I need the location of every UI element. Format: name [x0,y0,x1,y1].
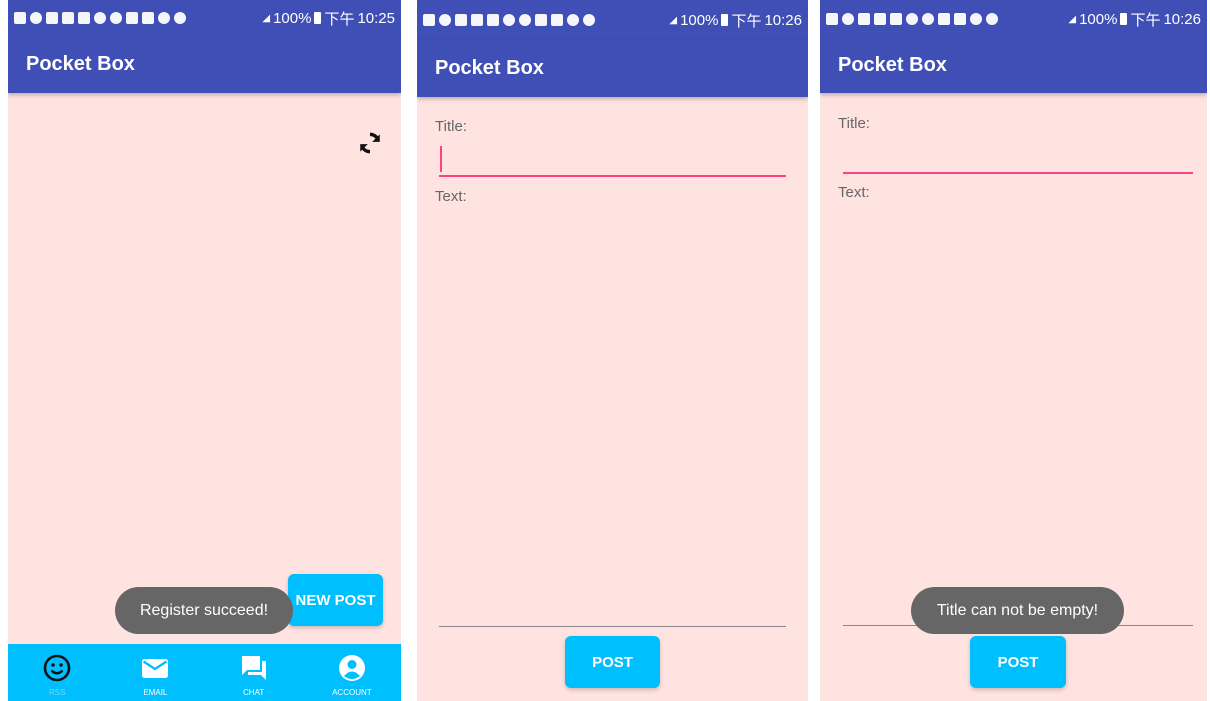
mute-icon [567,14,579,26]
smiley-icon [43,654,71,682]
app-bar: Pocket Box [417,40,808,97]
title-input[interactable] [439,143,786,177]
status-bar: ◢ 100% 下午 10:26 [417,0,808,40]
battery-percent: 100% [1079,10,1118,28]
wechat-icon [519,14,531,26]
weibo-icon [94,12,106,24]
notification-icon [439,14,451,26]
signal-icon: ◢ [669,14,678,26]
signal-icon: ◢ [1068,13,1077,25]
image-icon [535,14,547,26]
mute-icon [970,13,982,25]
facebook-icon [874,13,886,25]
notification-icon [14,12,26,24]
text-cursor [440,146,442,172]
refresh-icon[interactable] [357,130,383,156]
text-label: Text: [838,184,870,201]
nav-item-account[interactable]: ACCOUNT [303,644,401,701]
nav-label-rss: RSS [48,688,66,697]
nav-item-chat[interactable]: CHAT [205,644,303,701]
toast-message: Register succeed! [115,587,293,634]
image-icon [126,12,138,24]
facebook-icon [46,12,58,24]
title-label: Title: [838,115,870,132]
status-bar: ◢ 100% 下午 10:26 [820,0,1207,38]
time: 10:26 [764,11,802,29]
bottom-navigation: RSS EMAIL CHAT ACCOUNT [8,644,401,701]
notification-icon [30,12,42,24]
wifi-icon [583,14,595,26]
signal-icon: ◢ [262,12,271,24]
facebook-icon [487,14,499,26]
screen-feed: ◢ 100% 下午 10:25 Pocket Box NEW POST Regi… [8,0,401,701]
battery-icon [314,12,322,24]
mute-icon [158,12,170,24]
notification-icons [417,14,669,26]
email-icon [142,659,169,678]
app-title: Pocket Box [435,57,544,79]
text-input-underline[interactable] [439,626,786,627]
linkedin-icon [954,13,966,25]
chat-icon [241,656,266,680]
nav-label-chat: CHAT [243,688,265,697]
wechat-icon [922,13,934,25]
status-bar: ◢ 100% 下午 10:25 [8,0,401,36]
time-ampm: 下午 [731,12,762,30]
facebook-icon [455,14,467,26]
linkedin-icon [551,14,563,26]
nav-item-rss[interactable]: RSS [8,644,106,701]
nav-label-account: ACCOUNT [332,688,372,697]
battery-percent: 100% [273,9,312,27]
text-label: Text: [435,188,467,205]
toast-message: Title can not be empty! [911,587,1124,634]
battery-icon [1120,13,1128,25]
facebook-icon [78,12,90,24]
status-right: ◢ 100% 下午 10:26 [1068,9,1207,30]
wifi-icon [174,12,186,24]
facebook-icon [858,13,870,25]
linkedin-icon [142,12,154,24]
notification-icons [820,13,1068,25]
app-bar: Pocket Box [8,36,401,93]
title-input[interactable] [843,140,1193,174]
facebook-icon [62,12,74,24]
time: 10:26 [1163,10,1201,28]
facebook-icon [890,13,902,25]
time-ampm: 下午 [324,10,355,28]
app-title: Pocket Box [26,53,135,75]
new-post-button[interactable]: NEW POST [288,574,383,626]
nav-item-email[interactable]: EMAIL [106,644,204,701]
facebook-icon [471,14,483,26]
status-right: ◢ 100% 下午 10:25 [262,8,401,29]
image-icon [938,13,950,25]
notification-icons [8,12,262,24]
wifi-icon [986,13,998,25]
account-icon [338,655,365,681]
nav-label-email: EMAIL [143,688,168,697]
app-bar: Pocket Box [820,38,1207,93]
time: 10:25 [357,9,395,27]
app-title: Pocket Box [838,54,947,76]
time-ampm: 下午 [1130,11,1161,29]
title-label: Title: [435,118,467,135]
notification-icon [826,13,838,25]
post-button[interactable]: POST [565,636,660,688]
screen-new-post-error: ◢ 100% 下午 10:26 Pocket Box Title: Text: … [820,0,1207,701]
weibo-icon [503,14,515,26]
status-right: ◢ 100% 下午 10:26 [669,10,808,31]
battery-icon [721,14,729,26]
post-button[interactable]: POST [970,636,1066,688]
screen-new-post: ◢ 100% 下午 10:26 Pocket Box Title: Text: … [417,0,808,701]
battery-percent: 100% [680,11,719,29]
notification-icon [842,13,854,25]
weibo-icon [906,13,918,25]
notification-icon [423,14,435,26]
wechat-icon [110,12,122,24]
